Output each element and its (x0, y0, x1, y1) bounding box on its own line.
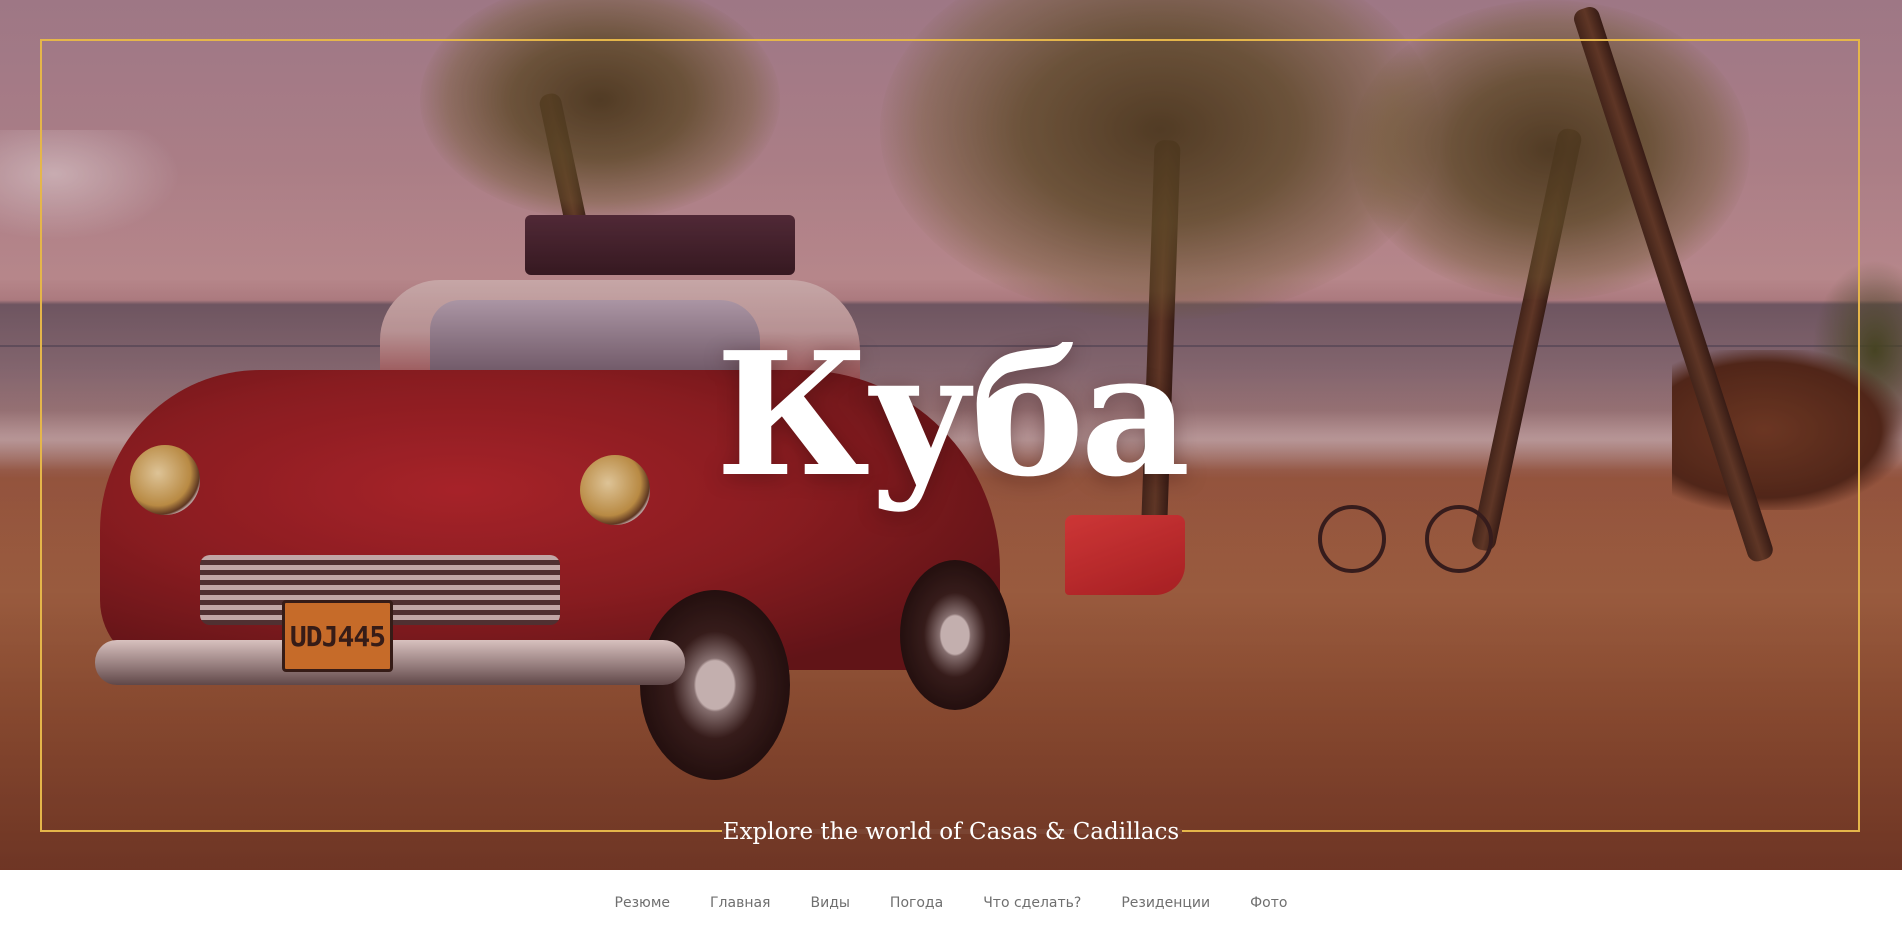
nav-item-photos[interactable]: Фото (1230, 895, 1307, 911)
page-title: Куба (715, 315, 1190, 515)
nav-item-resume[interactable]: Резюме (595, 895, 690, 911)
nav-item-views[interactable]: Виды (790, 895, 869, 911)
nav-item-home[interactable]: Главная (690, 895, 790, 911)
tagline: Explore the world of Casas & Cadillacs (0, 818, 1902, 846)
nav-item-things-to-do[interactable]: Что сделать? (963, 895, 1101, 911)
main-nav: Резюме Главная Виды Погода Что сделать? … (0, 870, 1902, 935)
tagline-text: Explore the world of Casas & Cadillacs (722, 819, 1180, 845)
nav-item-weather[interactable]: Погода (870, 895, 963, 911)
nav-item-residences[interactable]: Резиденции (1101, 895, 1230, 911)
